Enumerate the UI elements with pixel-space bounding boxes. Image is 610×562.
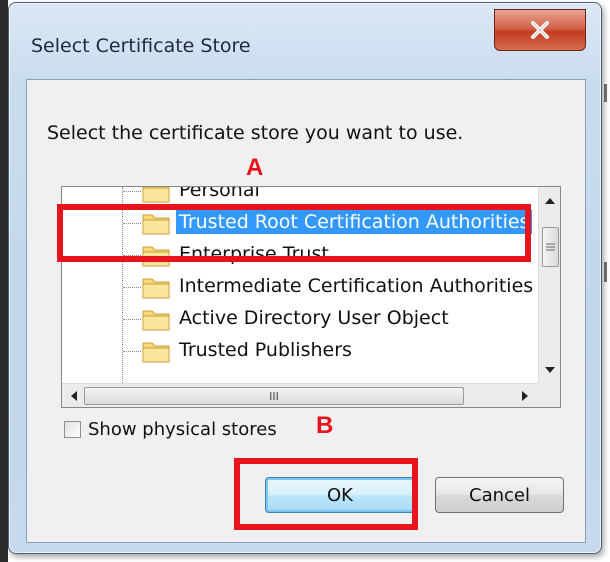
close-button[interactable] xyxy=(494,9,586,51)
grip-text: III xyxy=(269,389,279,403)
tree-branch xyxy=(123,351,141,352)
background-mark xyxy=(604,84,607,102)
background-edge xyxy=(0,0,8,562)
show-physical-stores-checkbox[interactable] xyxy=(64,420,81,438)
tree-item[interactable]: Trusted Publishers xyxy=(62,335,538,367)
arrow-down-icon xyxy=(545,366,555,373)
horizontal-scroll-thumb[interactable]: III xyxy=(84,387,464,405)
background-mark xyxy=(604,262,607,282)
grip-icon xyxy=(546,243,555,251)
scroll-up-button[interactable] xyxy=(539,189,560,211)
close-icon xyxy=(531,21,549,39)
tree-branch xyxy=(123,319,141,320)
tree-item-label: Trusted Publishers xyxy=(179,339,352,361)
arrow-up-icon xyxy=(545,197,555,204)
annotation-box-b xyxy=(234,458,418,530)
instruction-text: Select the certificate store you want to… xyxy=(47,122,464,144)
annotation-box-a xyxy=(57,204,531,262)
dialog-title: Select Certificate Store xyxy=(31,35,251,57)
cancel-button-label: Cancel xyxy=(469,484,530,506)
tree-item[interactable]: Intermediate Certification Authorities xyxy=(62,271,538,303)
arrow-left-icon xyxy=(70,391,77,401)
tree-item-label: Active Directory User Object xyxy=(179,307,449,329)
scroll-down-button[interactable] xyxy=(539,359,560,381)
show-physical-stores-option[interactable]: Show physical stores xyxy=(64,415,277,443)
tree-branch xyxy=(123,287,141,288)
cancel-button[interactable]: Cancel xyxy=(435,477,564,513)
scroll-left-button[interactable] xyxy=(62,385,84,407)
folder-icon xyxy=(142,342,170,363)
annotation-label-b: B xyxy=(316,412,334,439)
scroll-right-button[interactable] xyxy=(514,385,536,407)
scrollbar-corner xyxy=(538,383,560,407)
tree-item[interactable]: Active Directory User Object xyxy=(62,303,538,335)
tree-branch xyxy=(123,191,141,192)
checkbox-label: Show physical stores xyxy=(88,418,277,440)
arrow-right-icon xyxy=(521,391,528,401)
tree-item-label: Personal xyxy=(179,187,260,201)
vertical-scrollbar[interactable] xyxy=(538,187,560,383)
folder-icon xyxy=(142,310,170,331)
annotation-label-a: A xyxy=(246,154,264,181)
folder-icon xyxy=(142,187,170,203)
tree-item-label: Intermediate Certification Authorities xyxy=(179,275,534,297)
folder-icon xyxy=(142,278,170,299)
horizontal-scrollbar[interactable]: III xyxy=(62,383,538,407)
vertical-scroll-thumb[interactable] xyxy=(542,227,559,267)
